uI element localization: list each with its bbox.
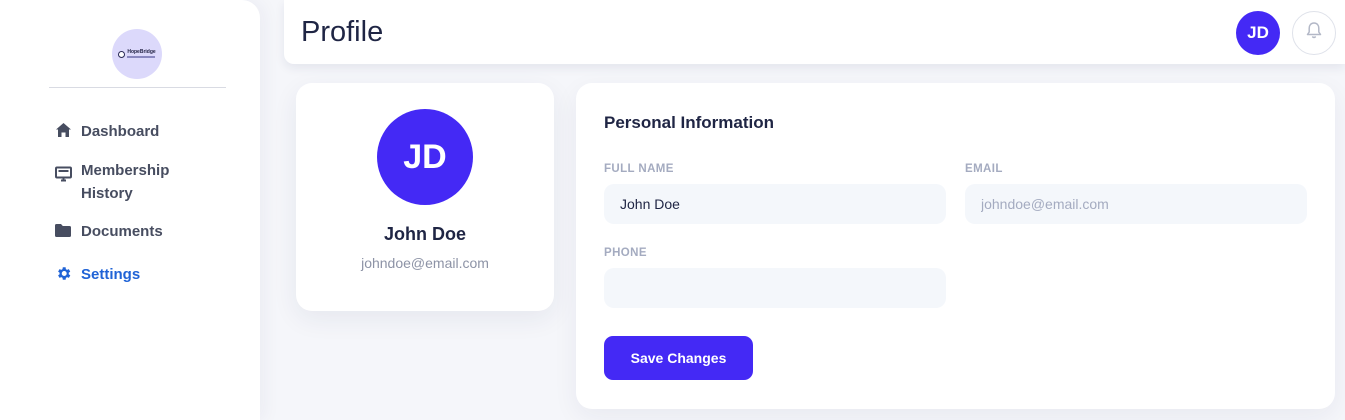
- full-name-field[interactable]: [604, 184, 946, 224]
- logo-content: HopeBridge: [118, 49, 156, 58]
- profile-email: johndoe@email.com: [361, 255, 489, 271]
- sidebar-item-label: Documents: [81, 223, 163, 240]
- monitor-icon: [54, 165, 72, 183]
- logo-tagline-line: [127, 56, 156, 58]
- home-icon: [54, 121, 72, 139]
- brand-logo[interactable]: HopeBridge: [112, 29, 162, 79]
- phone-field[interactable]: [604, 268, 946, 308]
- phone-label: PHONE: [604, 247, 647, 259]
- section-title: Personal Information: [604, 113, 775, 132]
- sidebar-item-label: Settings: [81, 266, 141, 283]
- logo-wordmark: HopeBridge: [127, 49, 156, 58]
- top-header: Profile JD: [284, 0, 1345, 64]
- logo-icon: [118, 50, 126, 58]
- email-label: EMAIL: [965, 163, 1003, 175]
- full-name-label: FULL NAME: [604, 163, 674, 175]
- bell-icon: [1305, 21, 1323, 45]
- save-changes-button[interactable]: Save Changes: [604, 336, 753, 380]
- gear-icon: [54, 264, 72, 282]
- sidebar-item-dashboard[interactable]: Dashboard: [54, 120, 159, 143]
- notifications-button[interactable]: [1292, 11, 1336, 55]
- sidebar-item-settings[interactable]: Settings: [54, 263, 140, 286]
- sidebar-item-membership-history[interactable]: Membership History: [54, 159, 191, 205]
- sidebar: HopeBridge Dashboard Membership History …: [0, 0, 260, 420]
- profile-card: JD John Doe johndoe@email.com: [296, 83, 554, 311]
- sidebar-item-label: Dashboard: [81, 123, 160, 140]
- profile-name: John Doe: [383, 224, 466, 244]
- sidebar-item-documents[interactable]: Documents: [54, 220, 163, 243]
- profile-avatar: JD: [377, 109, 473, 205]
- sidebar-item-label: Membership History: [81, 162, 170, 202]
- user-avatar-button[interactable]: JD: [1236, 11, 1280, 55]
- logo-text: HopeBridge: [127, 49, 156, 56]
- folder-icon: [54, 221, 72, 239]
- sidebar-divider: [49, 87, 226, 88]
- email-field[interactable]: [965, 184, 1307, 224]
- personal-information-card: Personal Information FULL NAME EMAIL PHO…: [576, 83, 1335, 409]
- page-title: Profile: [301, 16, 384, 48]
